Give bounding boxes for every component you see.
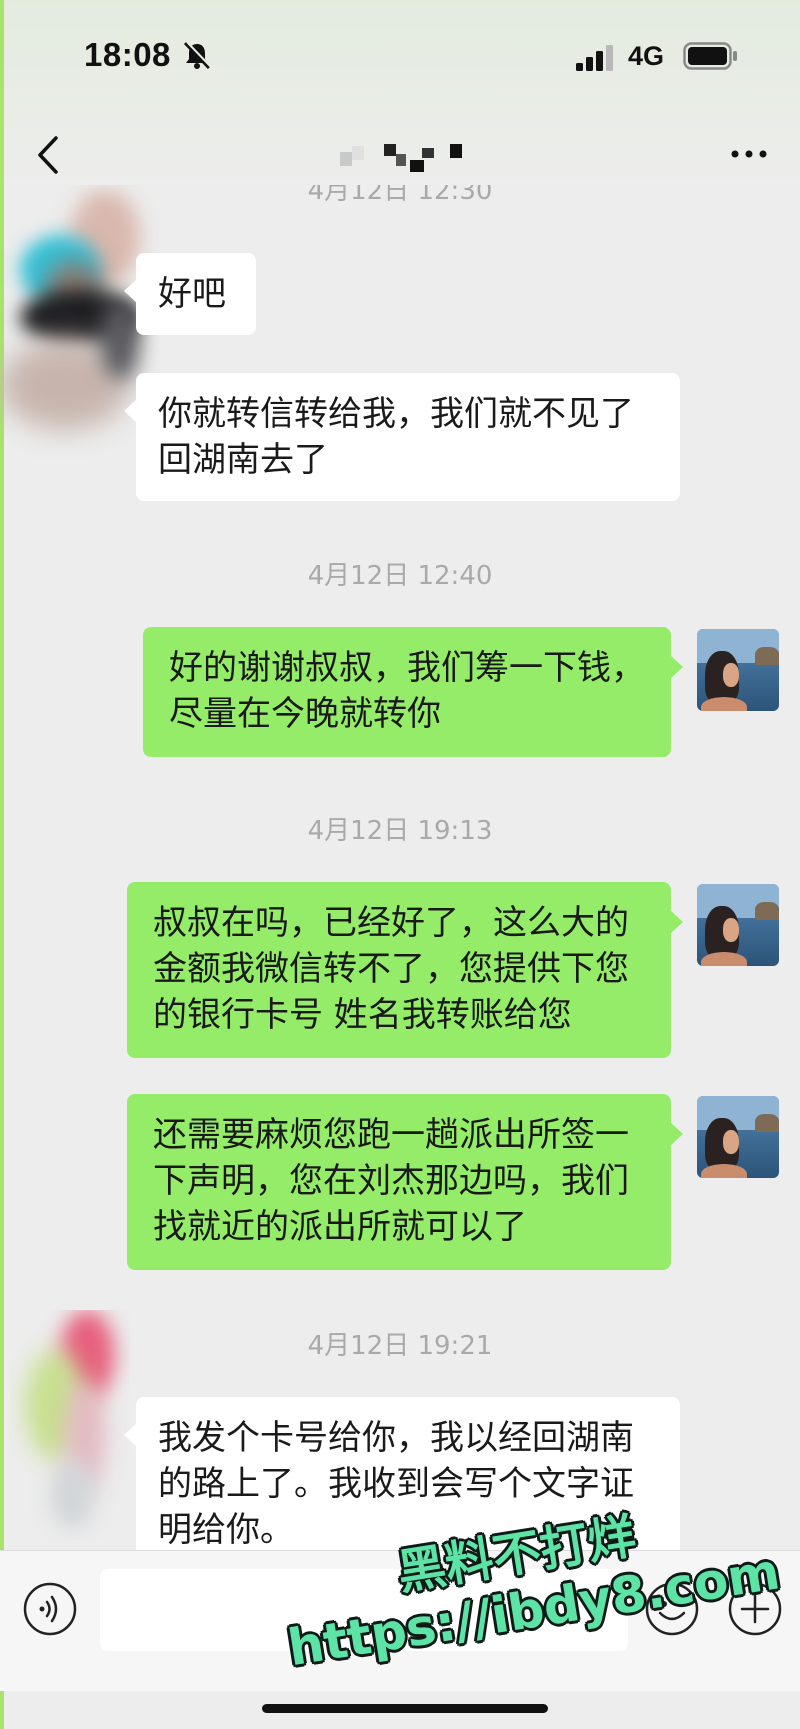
- message-line: 好的谢谢叔叔，我们筹一下钱，: [169, 648, 645, 688]
- battery-icon: [683, 42, 737, 70]
- user-avatar[interactable]: [697, 629, 779, 711]
- more-icon[interactable]: [724, 134, 774, 174]
- message-line: 找就近的派出所就可以了: [153, 1207, 527, 1247]
- signal-icon: [576, 45, 613, 71]
- timestamp: 4月12日 19:13: [307, 816, 493, 846]
- message-line: 好吧: [158, 274, 226, 314]
- message-line: 回湖南去了: [158, 440, 328, 480]
- user-avatar[interactable]: [697, 884, 779, 966]
- contact-avatar-pixelated[interactable]: [10, 1310, 130, 1540]
- home-indicator: [262, 1704, 548, 1713]
- message-bubble-incoming[interactable]: 你就转信转给我，我们就不见了 回湖南去了: [124, 373, 680, 501]
- bell-muted-icon: [183, 41, 212, 70]
- network-type: 4G: [628, 41, 665, 71]
- message-line: 下声明，您在刘杰那边吗，我们: [153, 1161, 629, 1201]
- back-icon[interactable]: [28, 130, 72, 180]
- status-time: 18:08: [84, 36, 171, 73]
- message-line: 我发个卡号给你，我以经回湖南: [158, 1418, 634, 1458]
- message-line: 的银行卡号 姓名我转账给您: [153, 995, 572, 1035]
- message-line: 你就转信转给我，我们就不见了: [158, 394, 634, 434]
- message-bubble-outgoing[interactable]: 好的谢谢叔叔，我们筹一下钱， 尽量在今晚就转你: [143, 627, 683, 757]
- message-bubble-outgoing[interactable]: 还需要麻烦您跑一趟派出所签一 下声明，您在刘杰那边吗，我们 找就近的派出所就可以…: [127, 1094, 683, 1270]
- status-bar: 18:08 4G: [0, 0, 800, 110]
- message-line: 金额我微信转不了，您提供下您: [153, 949, 629, 989]
- message-line: 尽量在今晚就转你: [169, 694, 441, 734]
- timestamp: 4月12日 12:40: [307, 561, 493, 591]
- message-bubble-incoming[interactable]: 好吧: [124, 253, 256, 335]
- message-line: 还需要麻烦您跑一趟派出所签一: [153, 1115, 629, 1155]
- chat-area: 4月12日 12:30 好吧 你就转信转给我，我们就不见了 回湖南去了 4月12…: [0, 185, 800, 1550]
- message-bubble-outgoing[interactable]: 叔叔在吗，已经好了，这么大的 金额我微信转不了，您提供下您 的银行卡号 姓名我转…: [127, 882, 683, 1058]
- message-line: 的路上了。我收到会写个文字证: [158, 1464, 634, 1504]
- user-avatar[interactable]: [697, 1096, 779, 1178]
- message-line: 叔叔在吗，已经好了，这么大的: [153, 903, 629, 943]
- chat-title-pixelated: [340, 144, 470, 174]
- voice-icon[interactable]: [22, 1581, 78, 1637]
